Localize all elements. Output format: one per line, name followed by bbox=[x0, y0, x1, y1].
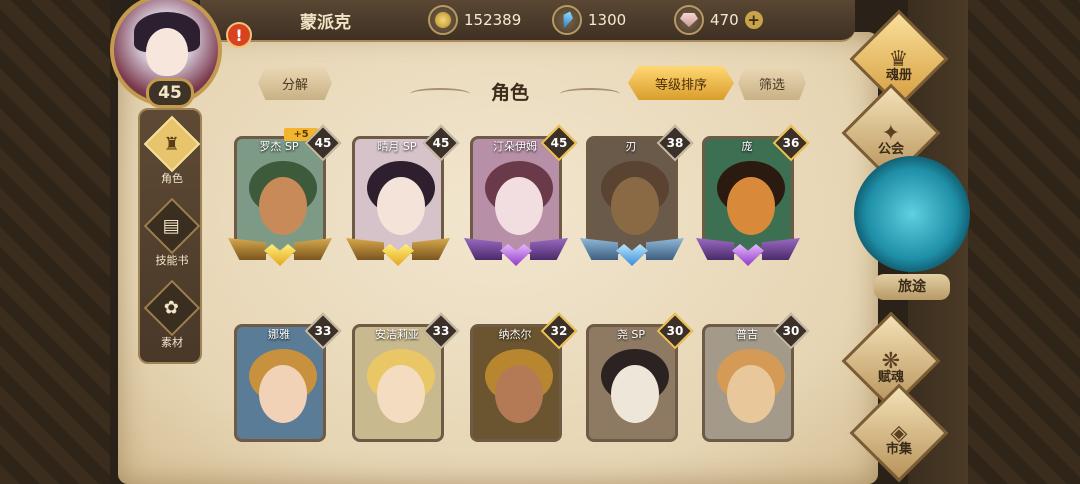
portrait-face bbox=[495, 365, 543, 423]
market-icon: ◈ bbox=[849, 383, 949, 483]
filter-button[interactable]: 筛选 bbox=[738, 66, 806, 100]
market-button[interactable]: ◈ 市集 bbox=[849, 383, 949, 483]
title-ornament-right bbox=[560, 88, 620, 100]
endow-label: 赋魂 bbox=[877, 370, 904, 385]
nav-item-material[interactable]: ✿ 素材 bbox=[140, 279, 204, 354]
portrait-face bbox=[377, 365, 425, 423]
left-decor-panel bbox=[0, 0, 110, 484]
sort-by-level-button[interactable]: 等级排序 bbox=[628, 66, 734, 100]
gem-amount: 470 bbox=[710, 11, 739, 29]
nav-item-skill-book[interactable]: ▤ 技能书 bbox=[140, 197, 204, 272]
endow-button[interactable]: ❋ 赋魂 bbox=[841, 311, 941, 411]
market-label: 市集 bbox=[885, 442, 912, 457]
hero-card[interactable]: 罗杰 SP 45 +5 bbox=[228, 124, 342, 272]
portrait-face bbox=[495, 177, 543, 235]
player-level-badge: 45 bbox=[146, 78, 194, 108]
hero-card[interactable]: 纳杰尔 32 bbox=[464, 312, 578, 460]
hero-level: 36 bbox=[782, 136, 800, 150]
portrait-face bbox=[259, 177, 307, 235]
crystal-amount: 1300 bbox=[588, 11, 627, 29]
gold-coin-icon bbox=[428, 5, 458, 35]
nav-item-hero[interactable]: ♜ 角色 bbox=[140, 115, 204, 190]
compass-icon bbox=[854, 156, 970, 272]
portrait-face bbox=[611, 365, 659, 423]
portrait-face bbox=[377, 177, 425, 235]
material-icon: ✿ bbox=[143, 279, 201, 337]
hero-card[interactable]: 庞 36 bbox=[696, 124, 810, 272]
nav-label-skill-book: 技能书 bbox=[155, 254, 189, 267]
hero-level: 45 bbox=[432, 136, 450, 150]
decompose-button[interactable]: 分解 bbox=[258, 66, 332, 100]
hero-level: 30 bbox=[782, 324, 800, 338]
soul-book-label: 魂册 bbox=[885, 68, 912, 83]
player-name: 蒙派克 bbox=[300, 13, 351, 33]
hero-card[interactable]: 刃 38 bbox=[580, 124, 694, 272]
nav-label-material: 素材 bbox=[161, 336, 183, 349]
page-title: 角色 bbox=[490, 82, 529, 104]
hero-card[interactable]: 汀朵伊姆 45 bbox=[464, 124, 578, 272]
avatar-face bbox=[146, 28, 188, 76]
hero-card[interactable]: 娜雅 33 bbox=[228, 312, 342, 460]
soul-book-button[interactable]: ♛ 魂册 bbox=[849, 9, 949, 109]
crystal-resource[interactable]: 1300 bbox=[552, 4, 626, 36]
portrait-face bbox=[259, 365, 307, 423]
hero-card[interactable]: 晴月 SP 45 bbox=[346, 124, 460, 272]
gem-icon bbox=[674, 5, 704, 35]
journey-label: 旅途 bbox=[874, 274, 950, 300]
hero-level: 33 bbox=[432, 324, 450, 338]
hero-level: 33 bbox=[314, 324, 332, 338]
gold-resource[interactable]: 152389 bbox=[428, 4, 521, 36]
hero-level: 38 bbox=[666, 136, 684, 150]
alert-icon[interactable]: ! bbox=[226, 22, 252, 48]
nav-label-hero: 角色 bbox=[161, 172, 183, 185]
hero-card[interactable]: 普吉 30 bbox=[696, 312, 810, 460]
hero-level: 45 bbox=[550, 136, 568, 150]
hero-card[interactable]: 尧 SP 30 bbox=[580, 312, 694, 460]
title-ornament-left bbox=[410, 88, 470, 100]
portrait-face bbox=[727, 365, 775, 423]
hero-level: 32 bbox=[550, 324, 568, 338]
hero-card[interactable]: 安洁莉亚 33 bbox=[346, 312, 460, 460]
right-decor-panel bbox=[968, 0, 1080, 484]
skill-book-icon: ▤ bbox=[143, 197, 201, 255]
hero-level: 45 bbox=[314, 136, 332, 150]
gem-resource[interactable]: 470 + bbox=[674, 4, 763, 36]
portrait-face bbox=[611, 177, 659, 235]
left-nav: ♜ 角色 ▤ 技能书 ✿ 素材 bbox=[138, 108, 202, 364]
guild-label: 公会 bbox=[877, 142, 904, 157]
crystal-icon bbox=[552, 5, 582, 35]
hero-level: 30 bbox=[666, 324, 684, 338]
add-gem-button[interactable]: + bbox=[744, 11, 763, 29]
helmet-icon: ♜ bbox=[143, 115, 201, 173]
gold-amount: 152389 bbox=[464, 11, 522, 29]
portrait-face bbox=[727, 177, 775, 235]
journey-button[interactable]: 旅途 bbox=[854, 156, 970, 306]
